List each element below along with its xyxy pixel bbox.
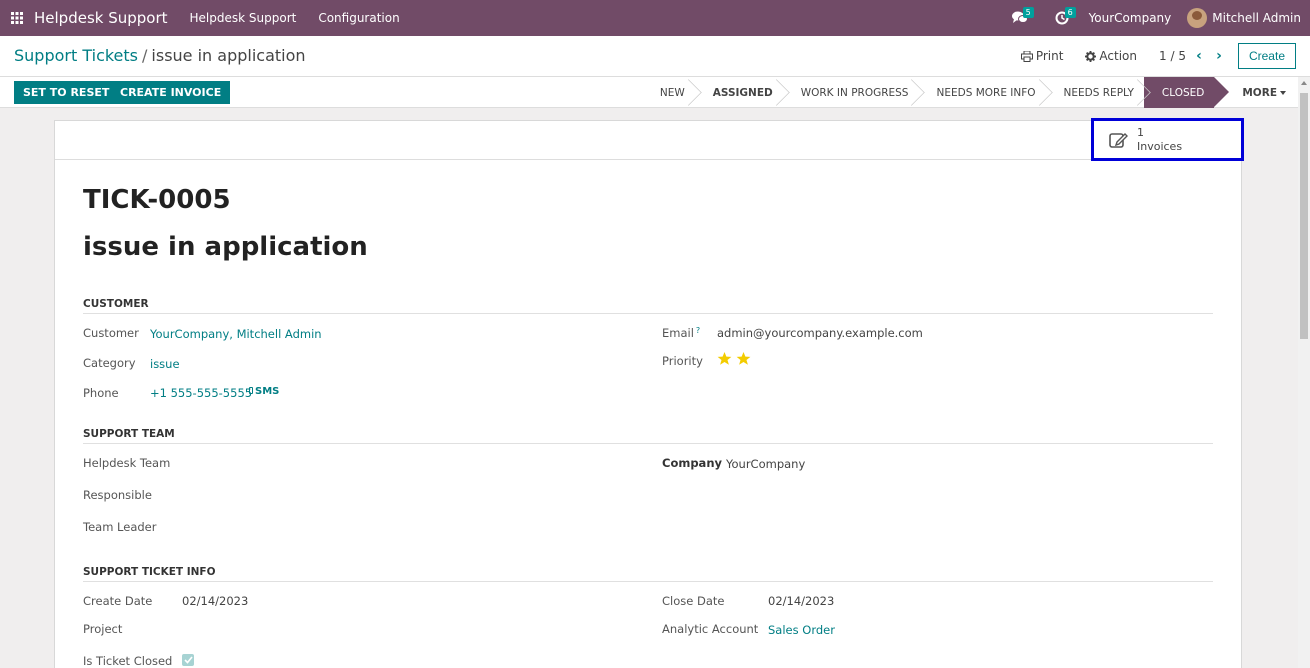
group-title-support-ticket-info: SUPPORT TICKET INFO [83,566,1213,582]
analytic-account-label: Analytic Account [662,622,759,636]
ticket-reference: TICK-0005 [83,185,231,215]
grid-icon[interactable] [0,0,34,36]
edit-icon [1109,132,1128,148]
form-sheet: 1 Invoices TICK-0005 issue in applicatio… [54,118,1244,668]
phone-label: Phone [83,386,119,400]
stage-new[interactable]: NEW [650,77,695,108]
user-menu[interactable]: Mitchell Admin [1212,11,1301,25]
print-button[interactable]: Print [1020,49,1064,63]
create-date-field[interactable]: 02/14/2023 [182,594,248,608]
company-label: Company [662,456,722,470]
email-label: Email? [662,326,700,340]
caret-down-icon [1280,90,1286,95]
activities-badge: 6 [1064,7,1076,18]
helpdesk-team-label: Helpdesk Team [83,456,171,470]
stage-closed[interactable]: CLOSED [1143,77,1230,108]
email-help-tooltip[interactable]: ? [696,326,700,335]
action-button[interactable]: Action [1085,49,1137,63]
breadcrumb-current: issue in application [151,46,306,65]
menu-configuration[interactable]: Configuration [318,11,399,25]
sms-button[interactable]: SMS [249,386,279,397]
button-box: 1 Invoices [55,118,1244,161]
breadcrumb-separator: / [142,46,148,65]
stage-work-in-progress[interactable]: WORK IN PROGRESS [783,77,919,108]
ticket-name[interactable]: issue in application [83,232,368,262]
star-icon[interactable] [736,351,751,366]
app-brand[interactable]: Helpdesk Support [34,9,168,27]
menu-helpdesk-support[interactable]: Helpdesk Support [190,11,297,25]
priority-label: Priority [662,354,703,368]
category-field[interactable]: issue [150,357,180,371]
check-icon [183,656,193,664]
invoices-label: Invoices [1137,139,1183,153]
sms-label: SMS [255,386,280,397]
set-to-reset-button[interactable]: SET TO RESET [14,81,119,104]
project-label: Project [83,622,123,636]
statusbar: SET TO RESET CREATE INVOICE NEW ASSIGNED… [0,77,1310,108]
more-label: MORE [1242,86,1277,99]
breadcrumb-support-tickets[interactable]: Support Tickets [14,46,138,65]
analytic-account-field[interactable]: Sales Order [768,623,835,637]
chevron-right-icon[interactable]: › [1214,48,1224,64]
close-date-label: Close Date [662,594,725,608]
pager-value[interactable]: 1 / 5 [1159,49,1186,63]
responsible-label: Responsible [83,488,152,502]
top-navbar: Helpdesk Support Helpdesk Support Config… [0,0,1310,36]
gear-icon [1085,50,1097,62]
create-button[interactable]: Create [1237,43,1296,69]
print-label: Print [1035,49,1064,63]
invoices-smart-button[interactable]: 1 Invoices [1091,118,1244,161]
stage-pipeline: NEW ASSIGNED WORK IN PROGRESS NEEDS MORE… [650,77,1296,108]
stage-assigned[interactable]: ASSIGNED [695,77,783,108]
company-field[interactable]: YourCompany [726,457,805,471]
scroll-up-icon[interactable] [1301,81,1307,85]
close-date-field[interactable]: 02/14/2023 [768,594,834,608]
email-label-text: Email [662,326,694,340]
activities-button[interactable]: 6 [1047,0,1077,36]
group-title-support-team: SUPPORT TEAM [83,428,1213,444]
create-invoice-button[interactable]: CREATE INVOICE [111,81,231,104]
customer-label: Customer [83,326,139,340]
group-title-customer: CUSTOMER [83,298,1213,314]
create-date-label: Create Date [83,594,153,608]
invoices-count: 1 [1137,125,1144,139]
priority-widget [717,351,757,367]
breadcrumb: Support Tickets / issue in application [14,46,306,65]
chevron-left-icon[interactable]: ‹ [1194,48,1204,64]
avatar[interactable] [1187,8,1208,28]
mobile-icon [249,387,253,394]
print-icon [1020,50,1033,62]
page-scrollbar[interactable] [1298,77,1310,668]
is-ticket-closed-checkbox[interactable] [182,654,194,666]
scroll-thumb[interactable] [1300,93,1308,339]
email-field[interactable]: admin@yourcompany.example.com [717,326,923,340]
star-icon[interactable] [717,351,732,366]
company-switcher[interactable]: YourCompany [1089,11,1172,25]
is-ticket-closed-label: Is Ticket Closed [83,654,173,668]
team-leader-label: Team Leader [83,520,157,534]
control-panel: Support Tickets / issue in application Pri… [0,36,1310,77]
messages-button[interactable]: 5 [1005,0,1035,36]
messages-badge: 5 [1022,7,1034,18]
stage-needs-reply[interactable]: NEEDS REPLY [1046,77,1144,108]
action-label: Action [1099,49,1138,63]
phone-field[interactable]: +1 555-555-5555 [150,386,252,400]
category-label: Category [83,356,136,370]
customer-field[interactable]: YourCompany, Mitchell Admin [150,327,322,341]
stage-needs-more-info[interactable]: NEEDS MORE INFO [918,77,1045,108]
